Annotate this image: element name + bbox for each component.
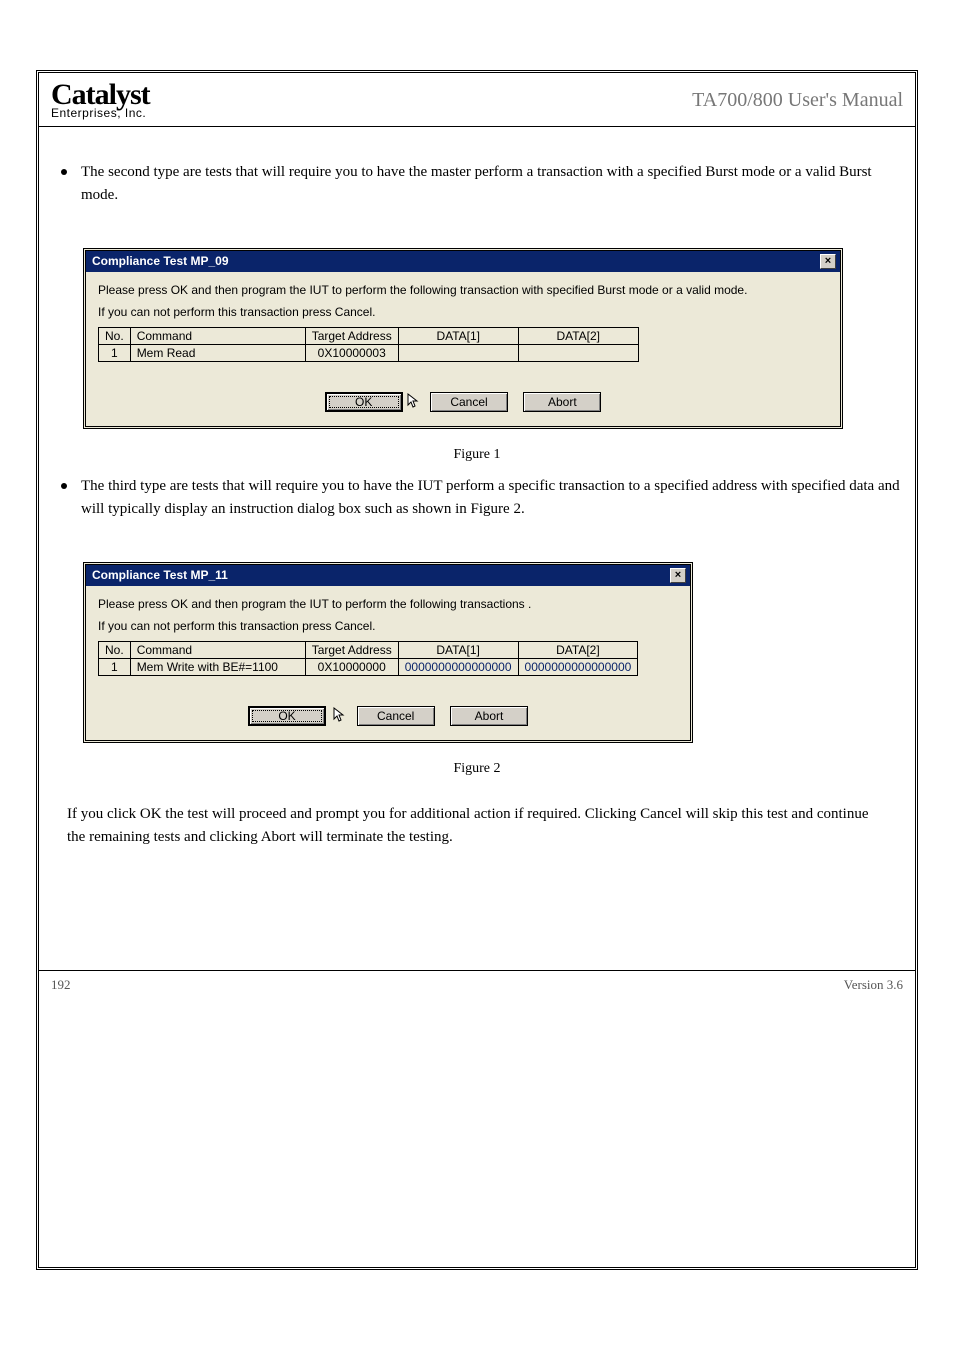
page-header: Catalyst Enterprises, Inc. TA700/800 Use… bbox=[39, 73, 915, 127]
logo-main-text: Catalyst bbox=[51, 81, 206, 108]
col-no: No. bbox=[99, 328, 131, 345]
dialog-mp09: Compliance Test MP_09 × Please press OK … bbox=[83, 248, 843, 430]
bullet-item: The second type are tests that will requ… bbox=[53, 161, 901, 208]
cell-command: Mem Read bbox=[130, 345, 305, 362]
col-command: Command bbox=[130, 642, 305, 659]
cell-target: 0X10000003 bbox=[305, 345, 398, 362]
dialog-message-line1: Please press OK and then program the IUT… bbox=[98, 596, 678, 613]
col-data2: DATA[2] bbox=[518, 642, 638, 659]
bullet-icon bbox=[61, 169, 67, 175]
version-label: Version 3.6 bbox=[844, 977, 903, 993]
col-target: Target Address bbox=[305, 642, 398, 659]
logo-sub-text: Enterprises, Inc. bbox=[51, 106, 206, 120]
page-body: The second type are tests that will requ… bbox=[39, 127, 915, 850]
dialog-message-line2: If you can not perform this transaction … bbox=[98, 618, 678, 635]
dialog-mp11: Compliance Test MP_11 × Please press OK … bbox=[83, 562, 693, 744]
transaction-table: No. Command Target Address DATA[1] DATA[… bbox=[98, 641, 638, 676]
col-no: No. bbox=[99, 642, 131, 659]
col-data2: DATA[2] bbox=[518, 328, 638, 345]
table-row: 1 Mem Write with BE#=1100 0X10000000 000… bbox=[99, 659, 638, 676]
col-command: Command bbox=[130, 328, 305, 345]
cancel-button[interactable]: Cancel bbox=[357, 706, 435, 726]
abort-button[interactable]: Abort bbox=[523, 392, 601, 412]
bullet-item: The third type are tests that will requi… bbox=[53, 475, 901, 522]
dialog-titlebar: Compliance Test MP_11 × bbox=[86, 565, 690, 586]
figure-2-wrap: Compliance Test MP_11 × Please press OK … bbox=[83, 562, 901, 744]
figure-1-label: Figure 1 bbox=[53, 447, 901, 463]
figure-2-label: Figure 2 bbox=[53, 761, 901, 777]
dialog-title: Compliance Test MP_09 bbox=[92, 254, 229, 268]
table-header-row: No. Command Target Address DATA[1] DATA[… bbox=[99, 642, 638, 659]
cell-no: 1 bbox=[99, 659, 131, 676]
cursor-icon bbox=[407, 393, 421, 409]
figure-1-wrap: Compliance Test MP_09 × Please press OK … bbox=[83, 248, 901, 430]
cell-data2: 0000000000000000 bbox=[518, 659, 638, 676]
ok-button[interactable]: OK bbox=[325, 392, 403, 412]
col-data1: DATA[1] bbox=[398, 642, 518, 659]
cell-data1: 0000000000000000 bbox=[398, 659, 518, 676]
dialog-message-line1: Please press OK and then program the IUT… bbox=[98, 282, 828, 299]
logo-block: Catalyst Enterprises, Inc. bbox=[39, 73, 219, 126]
cursor-icon bbox=[333, 707, 347, 723]
bullet-text: The second type are tests that will requ… bbox=[81, 161, 901, 208]
cell-data2 bbox=[518, 345, 638, 362]
button-row: OK Cancel Abort bbox=[98, 390, 828, 412]
col-target: Target Address bbox=[305, 328, 398, 345]
button-row: OK Cancel Abort bbox=[98, 704, 678, 726]
ok-button[interactable]: OK bbox=[248, 706, 326, 726]
transaction-table: No. Command Target Address DATA[1] DATA[… bbox=[98, 327, 639, 362]
cell-no: 1 bbox=[99, 345, 131, 362]
abort-button[interactable]: Abort bbox=[450, 706, 528, 726]
close-icon[interactable]: × bbox=[820, 254, 836, 269]
dialog-titlebar: Compliance Test MP_09 × bbox=[86, 251, 840, 272]
cancel-button[interactable]: Cancel bbox=[430, 392, 508, 412]
closing-paragraph: If you click OK the test will proceed an… bbox=[67, 803, 887, 850]
cell-data1 bbox=[398, 345, 518, 362]
col-data1: DATA[1] bbox=[398, 328, 518, 345]
dialog-body: Please press OK and then program the IUT… bbox=[86, 586, 690, 741]
bullet-icon bbox=[61, 483, 67, 489]
page-frame: Catalyst Enterprises, Inc. TA700/800 Use… bbox=[36, 70, 918, 1270]
cell-command: Mem Write with BE#=1100 bbox=[130, 659, 305, 676]
page-footer: 192 Version 3.6 bbox=[39, 970, 915, 993]
doc-title: TA700/800 User's Manual bbox=[219, 73, 915, 126]
page-number: 192 bbox=[51, 977, 71, 993]
cell-target: 0X10000000 bbox=[305, 659, 398, 676]
table-header-row: No. Command Target Address DATA[1] DATA[… bbox=[99, 328, 639, 345]
dialog-body: Please press OK and then program the IUT… bbox=[86, 272, 840, 427]
dialog-message-line2: If you can not perform this transaction … bbox=[98, 304, 828, 321]
bullet-text: The third type are tests that will requi… bbox=[81, 475, 901, 522]
close-icon[interactable]: × bbox=[670, 568, 686, 583]
table-row: 1 Mem Read 0X10000003 bbox=[99, 345, 639, 362]
dialog-title: Compliance Test MP_11 bbox=[92, 568, 228, 582]
